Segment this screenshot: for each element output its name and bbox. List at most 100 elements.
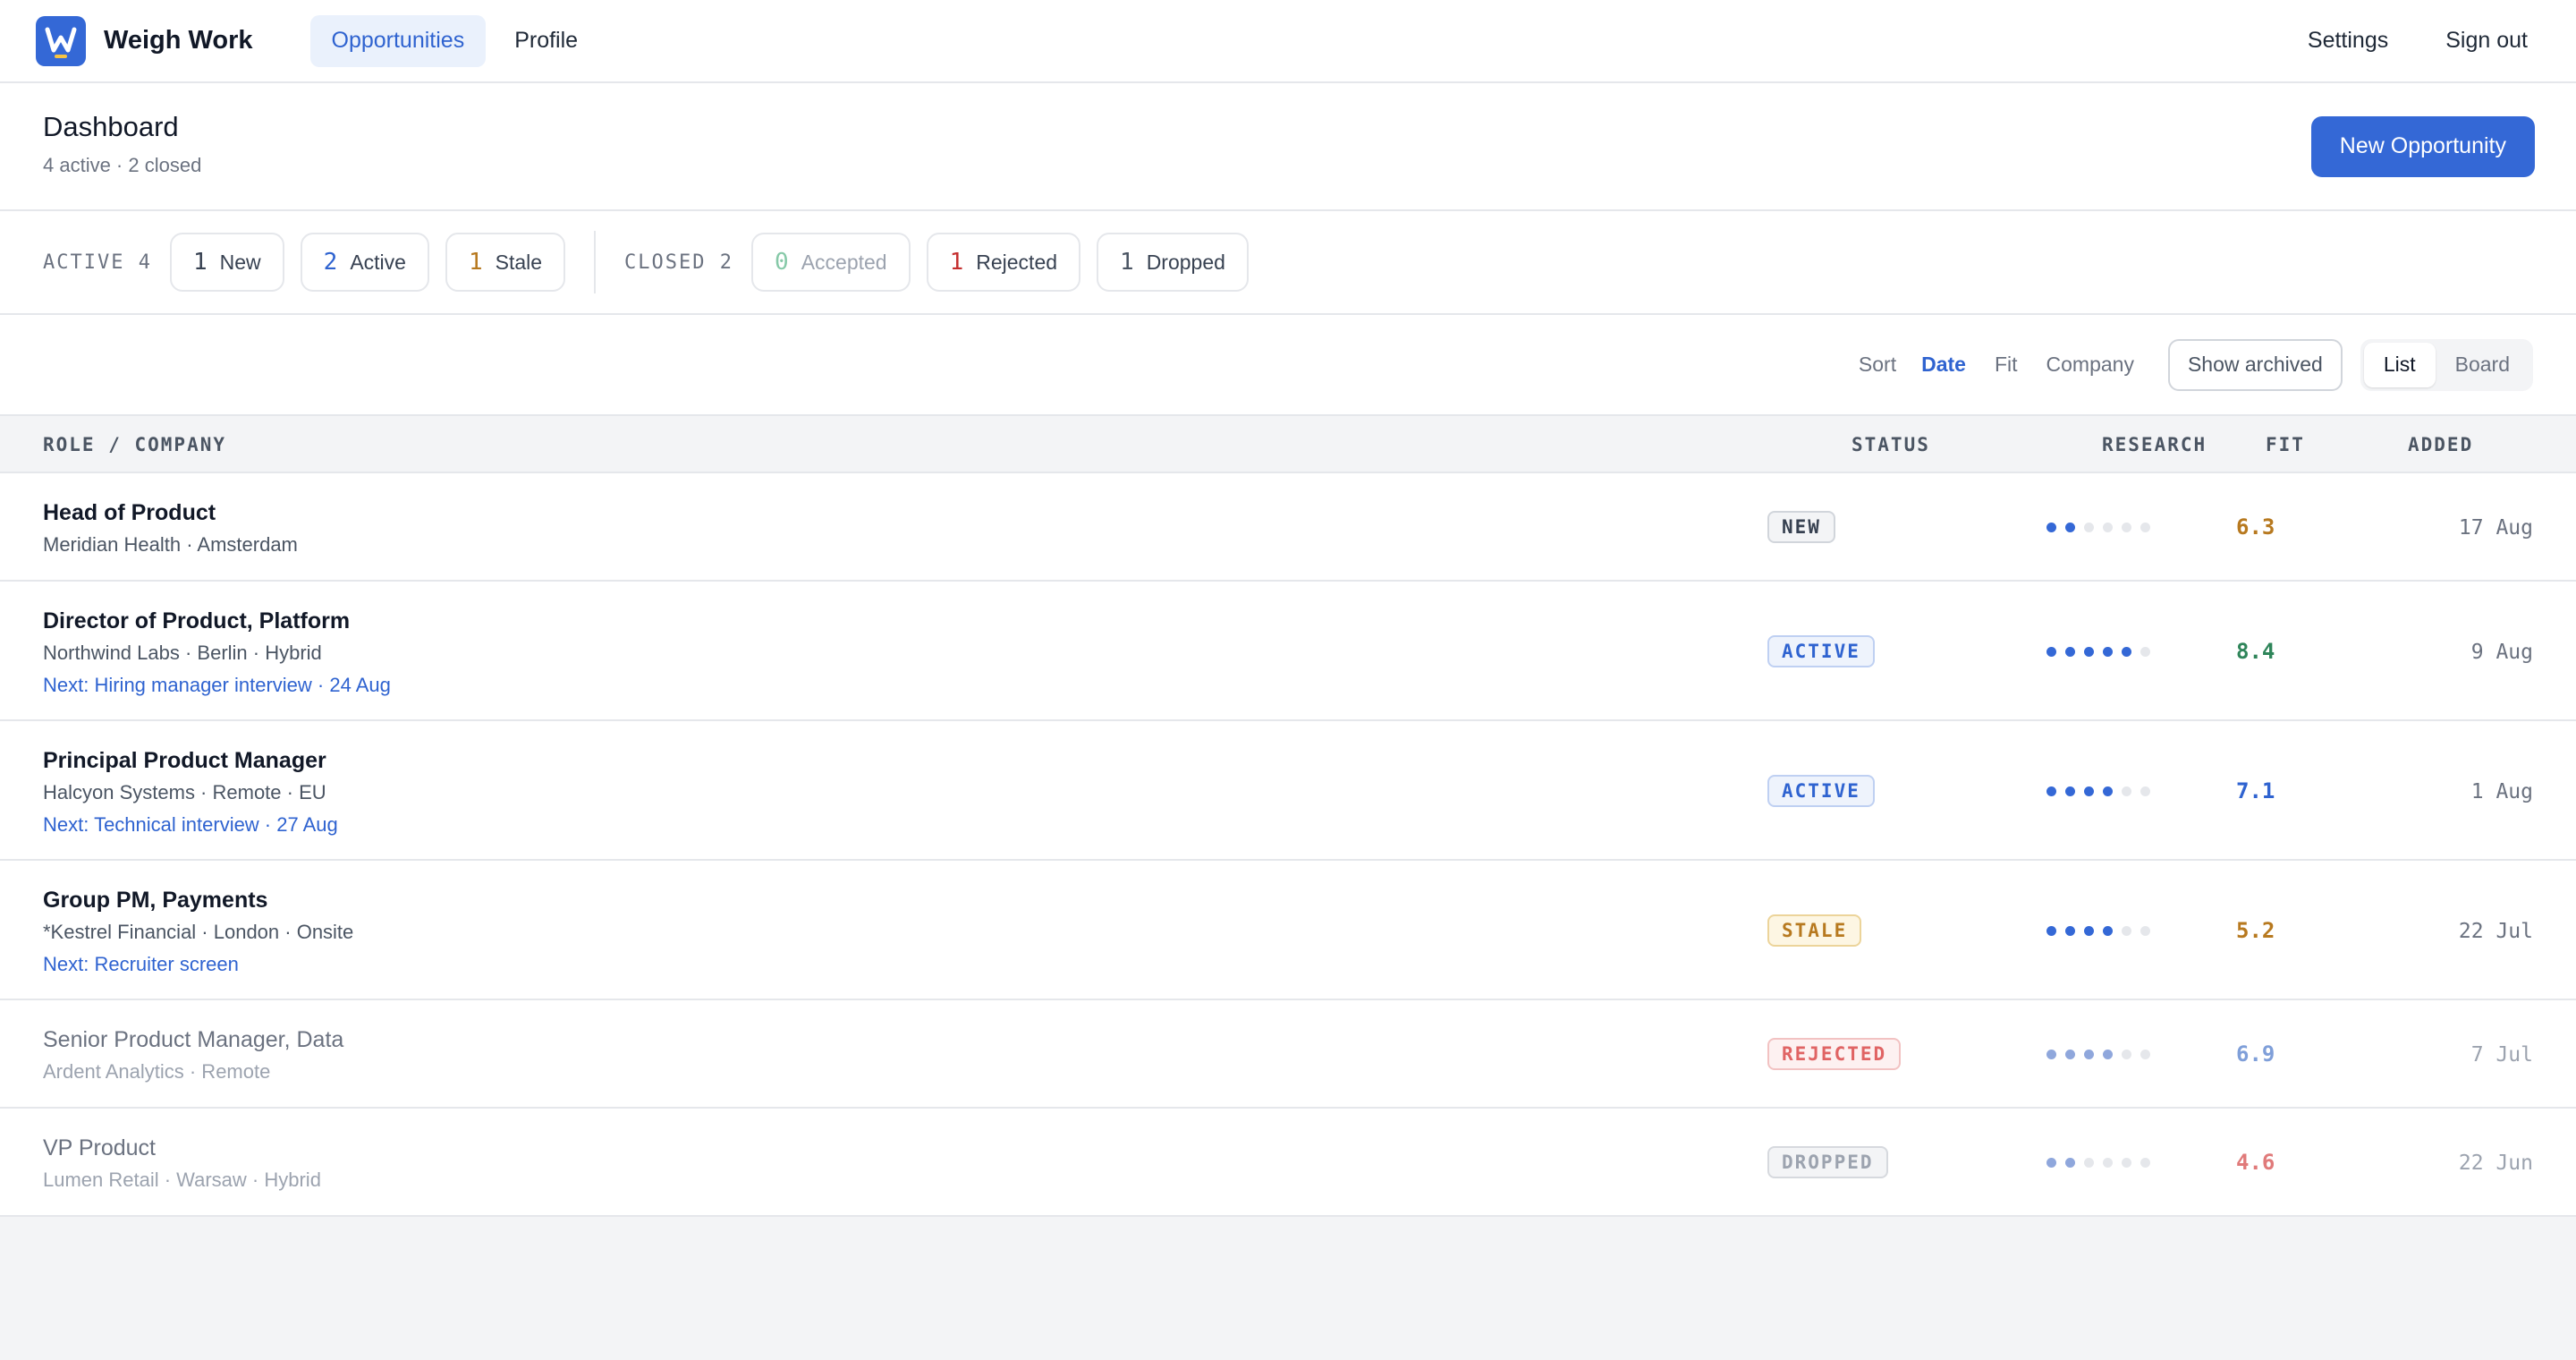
top-nav-bar: Weigh Work Opportunities Profile Setting… (0, 0, 2576, 83)
nav-profile[interactable]: Profile (493, 15, 599, 67)
filter-chip-new[interactable]: 1 New (169, 233, 284, 292)
closed-group-label: CLOSED 2 (624, 251, 734, 274)
nav-opportunities[interactable]: Opportunities (309, 14, 487, 67)
next-step-link[interactable]: Next: Technical interview · 27 Aug (43, 813, 338, 837)
app-logo[interactable] (36, 15, 86, 66)
table-row[interactable]: Director of Product, Platform Northwind … (0, 582, 2576, 721)
chip-label: Rejected (976, 250, 1058, 274)
table-row[interactable]: Group PM, Payments *Kestrel Financial · … (0, 861, 2576, 1000)
research-dot (2084, 647, 2094, 657)
view-board-option[interactable]: Board (2436, 343, 2529, 387)
research-dot (2103, 786, 2113, 796)
status-badge: STALE (1767, 914, 1862, 947)
date-added: 17 Aug (2458, 516, 2533, 540)
research-dot (2122, 1050, 2131, 1059)
role-title: VP Product (43, 1135, 157, 1160)
chip-label: Dropped (1146, 250, 1225, 274)
column-added[interactable]: ADDED (2408, 434, 2473, 455)
status-filter-bar: ACTIVE 4 1 New 2 Active 1 Stale CLOSED 2… (0, 211, 2576, 315)
chip-count: 0 (775, 249, 789, 276)
sort-label: Sort (1858, 353, 1897, 376)
opportunity-list: Head of Product Meridian Health · Amster… (0, 473, 2576, 1217)
chip-count: 2 (323, 249, 338, 276)
chip-label: Accepted (801, 250, 887, 274)
view-list-option[interactable]: List (2363, 342, 2436, 387)
chip-label: New (219, 250, 261, 274)
research-dot (2103, 1050, 2113, 1059)
filter-chip-accepted[interactable]: 0 Accepted (751, 233, 911, 292)
research-dot (2084, 1050, 2094, 1059)
research-dots (2046, 1050, 2150, 1059)
filter-divider (594, 231, 597, 293)
research-dot (2046, 1050, 2056, 1059)
sort-by-date[interactable]: Date (1907, 345, 1980, 384)
research-dot (2084, 523, 2094, 532)
role-title: Principal Product Manager (43, 748, 326, 773)
filter-chip-dropped[interactable]: 1 Dropped (1097, 233, 1249, 292)
chip-count: 1 (949, 249, 964, 276)
table-row[interactable]: Head of Product Meridian Health · Amster… (0, 473, 2576, 582)
research-dots (2046, 1158, 2150, 1168)
chip-count: 1 (192, 249, 208, 276)
chip-label: Active (350, 250, 406, 274)
column-fit[interactable]: FIT (2266, 434, 2305, 455)
research-dot (2084, 786, 2094, 796)
company-meta: *Kestrel Financial · London · Onsite (43, 921, 354, 943)
research-dot (2046, 926, 2056, 936)
chip-count: 1 (468, 249, 483, 276)
filter-chip-active[interactable]: 2 Active (300, 233, 429, 292)
app-name: Weigh Work (104, 26, 253, 55)
research-dot (2046, 523, 2056, 532)
filter-chip-rejected[interactable]: 1 Rejected (926, 233, 1081, 292)
new-opportunity-button[interactable]: New Opportunity (2310, 115, 2535, 177)
research-dot (2122, 786, 2131, 796)
role-title: Director of Product, Platform (43, 608, 351, 633)
date-added: 22 Jun (2458, 1152, 2533, 1175)
research-dot (2140, 1158, 2150, 1168)
dashboard-heading: Dashboard 4 active · 2 closed (43, 111, 201, 177)
research-dot (2103, 647, 2113, 657)
research-dots (2046, 523, 2150, 532)
research-dot (2065, 786, 2075, 796)
date-added: 9 Aug (2470, 641, 2533, 664)
next-step-link[interactable]: Next: Hiring manager interview · 24 Aug (43, 674, 391, 697)
status-badge: DROPPED (1767, 1146, 1888, 1178)
company-meta: Ardent Analytics · Remote (43, 1060, 271, 1083)
sort-by-company[interactable]: Company (2032, 345, 2148, 384)
research-dot (2140, 523, 2150, 532)
filter-chip-stale[interactable]: 1 Stale (445, 233, 566, 292)
sort-by-fit[interactable]: Fit (1980, 345, 2032, 384)
fit-score: 8.4 (2236, 639, 2275, 664)
research-dot (2065, 1158, 2075, 1168)
research-dot (2140, 647, 2150, 657)
research-dot (2084, 926, 2094, 936)
role-title: Head of Product (43, 500, 216, 525)
column-research[interactable]: RESEARCH (2102, 434, 2207, 455)
status-badge: REJECTED (1767, 1038, 1902, 1070)
research-dot (2084, 1158, 2094, 1168)
dashboard-header: Dashboard 4 active · 2 closed New Opport… (0, 83, 2576, 211)
table-row[interactable]: Senior Product Manager, Data Ardent Anal… (0, 1000, 2576, 1109)
research-dot (2140, 926, 2150, 936)
next-step-link[interactable]: Next: Recruiter screen (43, 953, 239, 976)
column-status[interactable]: STATUS (1852, 434, 1930, 455)
role-title: Group PM, Payments (43, 888, 268, 913)
research-dot (2122, 647, 2131, 657)
fit-score: 6.9 (2236, 1041, 2275, 1067)
fit-score: 7.1 (2236, 778, 2275, 803)
research-dot (2122, 926, 2131, 936)
table-header: ROLE / COMPANY STATUS RESEARCH FIT ADDED (0, 416, 2576, 473)
table-row[interactable]: Principal Product Manager Halcyon System… (0, 721, 2576, 861)
logo-w-icon (45, 27, 77, 58)
settings-link[interactable]: Settings (2295, 17, 2401, 64)
sign-out-link[interactable]: Sign out (2433, 17, 2540, 64)
table-row[interactable]: VP Product Lumen Retail · Warsaw · Hybri… (0, 1109, 2576, 1217)
research-dot (2140, 786, 2150, 796)
column-role-company[interactable]: ROLE / COMPANY (43, 434, 226, 455)
role-title: Senior Product Manager, Data (43, 1027, 344, 1052)
research-dot (2065, 647, 2075, 657)
status-badge: NEW (1767, 511, 1835, 543)
research-dot (2103, 926, 2113, 936)
main-nav: Opportunities Profile (309, 14, 600, 67)
show-archived-button[interactable]: Show archived (2167, 338, 2343, 391)
